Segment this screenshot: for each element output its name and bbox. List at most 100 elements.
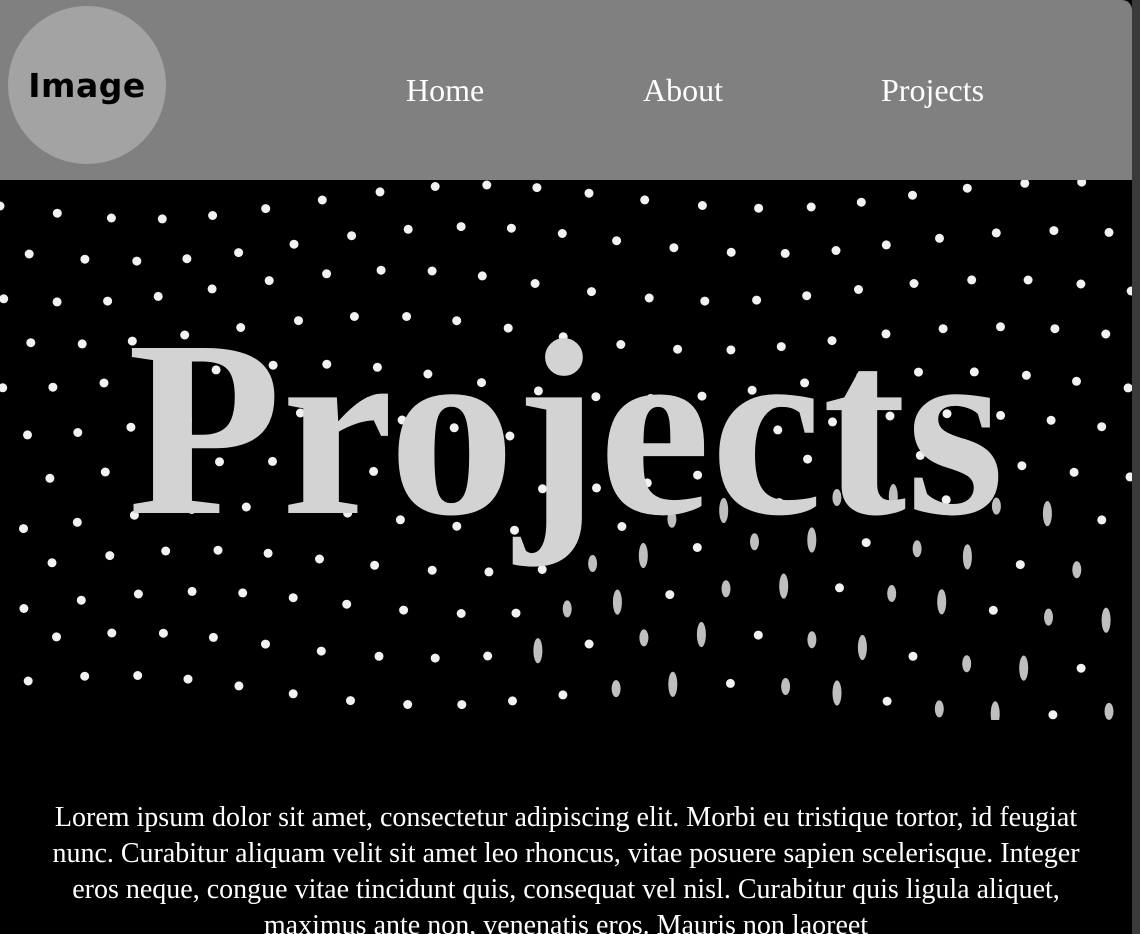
hero-dot: [430, 182, 440, 191]
hero-dot: [477, 271, 487, 281]
hero-dot: [52, 632, 61, 642]
hero-dot: [532, 183, 542, 193]
hero-dot: [288, 593, 298, 603]
hero-dot: [754, 203, 764, 213]
hero-dot: [1126, 286, 1132, 296]
hero-dot: [508, 696, 517, 706]
hero-dot: [665, 590, 675, 600]
hero-dot: [1044, 608, 1053, 626]
hero-dot: [908, 651, 918, 661]
hero-dot: [483, 651, 493, 661]
hero-dot: [991, 228, 1001, 238]
hero-dot: [158, 628, 168, 638]
hero-dot: [132, 256, 142, 266]
hero-dot: [557, 229, 567, 238]
hero-dot: [753, 630, 763, 640]
hero-dot: [668, 671, 678, 697]
hero-dot: [779, 573, 789, 599]
hero-dot: [261, 639, 270, 649]
hero-dot: [612, 236, 622, 246]
hero-dot: [562, 600, 572, 618]
hero-dot: [288, 689, 298, 699]
hero-dot: [639, 629, 649, 647]
hero-dot: [1104, 227, 1114, 237]
hero-dot: [261, 204, 271, 214]
hero-dot: [726, 247, 736, 257]
hero-dot: [882, 696, 892, 706]
hero-dot: [133, 589, 143, 599]
hero-dot: [881, 240, 891, 250]
hero-dot: [430, 653, 440, 663]
hero-dot: [506, 223, 516, 233]
hero-dot: [482, 180, 492, 190]
hero-dot: [669, 243, 679, 253]
hero-dot: [375, 187, 385, 197]
hero-dot: [1015, 560, 1025, 570]
hero-dot: [107, 628, 117, 638]
hero-dot: [937, 589, 947, 615]
hero-dot: [988, 605, 998, 615]
hero-dot: [696, 621, 706, 648]
hero-dot: [80, 671, 90, 681]
hero-dot: [157, 214, 167, 224]
hero-dot: [317, 195, 327, 205]
hero-dot: [807, 631, 817, 649]
hero-dot: [806, 202, 816, 212]
hero-dot: [511, 608, 521, 618]
hero-dot: [584, 188, 594, 198]
hero-dot: [1049, 226, 1059, 236]
hero-dot: [832, 680, 842, 706]
hero-dot: [908, 190, 917, 200]
hero-dot: [182, 254, 192, 264]
hero-dot: [24, 249, 34, 259]
nav-link-projects[interactable]: Projects: [881, 70, 984, 110]
hero-dot: [234, 248, 244, 258]
hero-dot: [558, 690, 568, 700]
hero-dot: [1076, 663, 1086, 673]
hero-dot: [23, 676, 33, 686]
hero-dot: [612, 589, 622, 615]
hero-dot: [289, 239, 299, 249]
nav-link-home[interactable]: Home: [406, 70, 484, 110]
hero-dot: [530, 279, 540, 288]
window-scroll-edge: [1132, 0, 1140, 934]
hero-dot: [0, 201, 5, 211]
hero-dot: [208, 632, 218, 642]
hero-dot: [1077, 180, 1087, 187]
hero-dot: [990, 701, 1000, 720]
hero-dot: [856, 197, 866, 207]
hero-dot: [342, 599, 352, 609]
hero-dot: [1048, 710, 1058, 720]
hero-dot: [962, 183, 972, 193]
hero-banner: Projects: [0, 180, 1132, 720]
hero-dot: [967, 275, 977, 285]
hero-dot: [835, 583, 844, 593]
hero-dot: [403, 224, 413, 234]
hero-dot: [725, 678, 735, 688]
hero-dot: [347, 231, 357, 241]
hero-dot: [187, 586, 197, 596]
hero-dot: [697, 201, 707, 210]
hero-dot: [52, 208, 62, 218]
hero-dot: [238, 588, 248, 598]
logo-text: Image: [28, 65, 146, 105]
hero-dot: [457, 700, 467, 710]
hero-dot: [456, 222, 466, 232]
intro-paragraph: Lorem ipsum dolor sit amet, consectetur …: [52, 802, 1080, 934]
hero-dot: [374, 651, 384, 661]
nav-link-about[interactable]: About: [643, 70, 723, 110]
hero-dot: [1104, 702, 1114, 720]
hero-dot: [640, 195, 650, 205]
hero-dot: [780, 248, 790, 258]
hero-dot: [76, 595, 86, 605]
hero-dot: [106, 213, 116, 223]
hero-dot: [399, 605, 409, 615]
hero-dot: [533, 638, 543, 664]
hero-dot: [208, 211, 218, 220]
hero-dot: [322, 269, 332, 279]
hero-dot: [316, 646, 326, 656]
hero-dot: [721, 580, 731, 598]
hero-dot: [1076, 279, 1086, 289]
logo-placeholder[interactable]: Image: [8, 6, 166, 164]
hero-dot: [1072, 561, 1082, 579]
